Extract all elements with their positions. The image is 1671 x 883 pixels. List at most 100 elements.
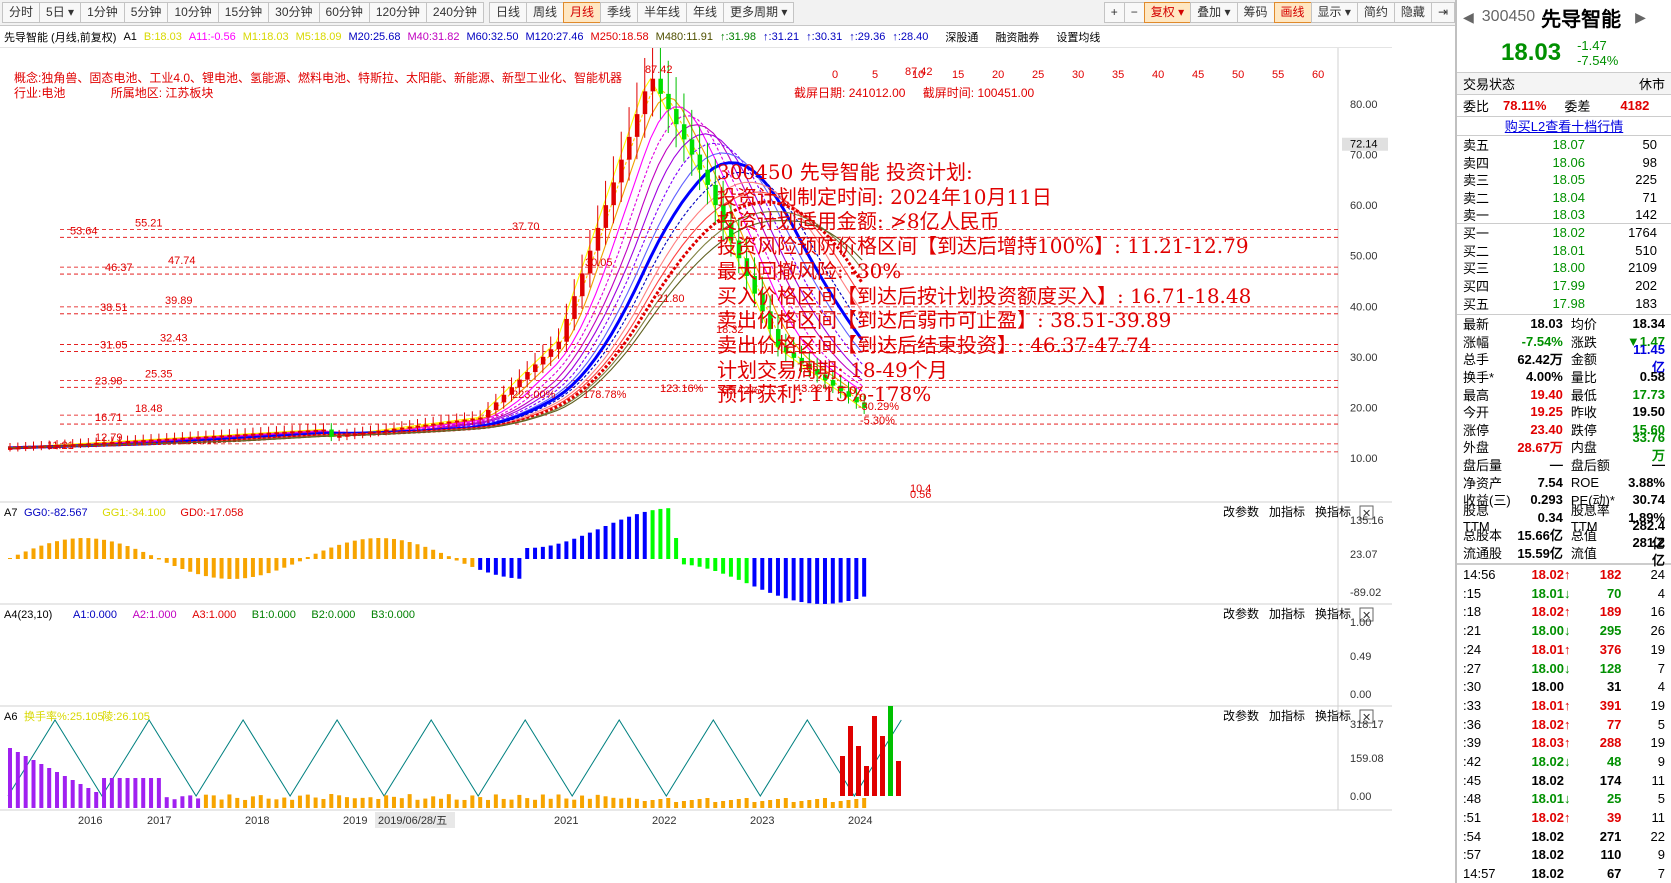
period-button-2[interactable]: 1分钟 [80,2,125,23]
candle-body [541,357,546,365]
title-button-1[interactable]: 融资融券 [995,29,1039,45]
macd-bar [831,558,835,604]
trade-volume: 189 [1578,604,1622,619]
volume-bar [463,800,467,808]
top-tick: 40 [1152,69,1164,81]
candle-body [118,441,123,443]
macd-bar [651,510,655,559]
sub-button-2[interactable]: 换指标 [1315,504,1351,519]
pct-label: 223.00% [512,389,556,401]
stat-label: 金额 [1571,349,1625,368]
sub-indicator-4: B2:0.000 [311,609,355,621]
toolbar-right-button-7[interactable]: 简约 [1357,2,1395,23]
macd-bar [63,540,67,559]
volume-bar [666,798,670,808]
toolbar-right-button-5[interactable]: 画线 [1274,2,1312,23]
period-button-13[interactable]: 季线 [600,2,638,23]
collapse-icon[interactable]: ⇥ [1431,2,1455,23]
forward-arrow-icon[interactable]: ▶ [1635,9,1646,26]
macd-bar [470,558,474,567]
macd-bar [463,558,467,564]
candle-body [604,205,609,228]
toolbar-right-button-0[interactable]: + [1104,2,1125,23]
period-button-12[interactable]: 月线 [563,2,601,23]
price-level-left: 53.64 [70,225,98,237]
mid-label: 21.80 [657,293,685,305]
sell-level-volume: 98 [1585,155,1657,170]
macd-bar [752,558,756,587]
macd-bar [541,547,545,559]
toolbar-right-button-6[interactable]: 显示 ▾ [1311,2,1358,23]
sub-button-1[interactable]: 加指标 [1269,708,1305,723]
x-axis-label: 2023 [750,815,774,827]
title-button-2[interactable]: 设置均线 [1056,29,1100,45]
period-button-14[interactable]: 半年线 [637,2,687,23]
period-button-11[interactable]: 周线 [526,2,564,23]
buy-level-0: 买一 18.02 1764 [1457,224,1671,242]
sub-panel-label: A6 [4,711,17,723]
period-button-8[interactable]: 120分钟 [369,2,427,23]
period-button-16[interactable]: 更多周期 ▾ [723,2,794,23]
volume-bar [447,794,451,808]
period-button-5[interactable]: 15分钟 [218,2,269,23]
top-tick: 55 [1272,69,1284,81]
chart-area[interactable]: 80.0072.1472.1470.0060.0050.0040.0030.00… [0,48,1392,883]
toolbar-right-button-3[interactable]: 叠加 ▾ [1190,2,1237,23]
period-button-7[interactable]: 60分钟 [319,2,370,23]
buy-level-volume: 1764 [1585,225,1657,240]
sub-button-1[interactable]: 加指标 [1269,504,1305,519]
sub-button-0[interactable]: 改参数 [1223,504,1259,519]
period-button-4[interactable]: 10分钟 [167,2,218,23]
volume-bar [431,796,435,808]
candle-body [486,410,491,418]
toolbar-right-button-1[interactable]: − [1124,2,1145,23]
period-button-10[interactable]: 日线 [489,2,527,23]
trade-time: :30 [1463,679,1514,694]
period-button-1[interactable]: 5日 ▾ [39,2,81,23]
top-tick: 20 [992,69,1004,81]
sub-button-0[interactable]: 改参数 [1223,606,1259,621]
trade-time: :48 [1463,791,1514,806]
candle-body [447,422,452,424]
sub-axis-label: 0.49 [1350,651,1371,663]
macd-bar [760,558,764,590]
sub-button-2[interactable]: 换指标 [1315,708,1351,723]
macd-bar [580,536,584,559]
period-button-15[interactable]: 年线 [686,2,724,23]
sub-button-2[interactable]: 换指标 [1315,606,1351,621]
volume-bar [259,795,263,808]
sub-axis-label: 318.17 [1350,719,1384,731]
wb-label: 委比 [1463,96,1489,115]
l2-link[interactable]: 购买L2查看十档行情 [1457,116,1671,136]
sub-button-1[interactable]: 加指标 [1269,606,1305,621]
toolbar-right: + − 复权 ▾ 叠加 ▾ 筹码 画线 显示 ▾ 简约 隐藏 ⇥ [1104,2,1454,23]
period-button-9[interactable]: 240分钟 [426,2,484,23]
stat-label: ROE [1571,475,1625,490]
trade-row-6: :30 18.00 31 4 [1457,677,1671,696]
toolbar-right-button-2[interactable]: 复权 ▾ [1144,2,1191,23]
trade-row-8: :36 18.02 ↑ 77 5 [1457,715,1671,734]
stat-label: 跌停 [1571,420,1625,439]
period-button-0[interactable]: 分时 [2,2,40,23]
volume-bar [486,800,490,808]
macd-bar [337,545,341,559]
toolbar-right-button-4[interactable]: 筹码 [1237,2,1275,23]
back-arrow-icon[interactable]: ◀ [1463,9,1474,26]
toolbar-right-button-8[interactable]: 隐藏 [1394,2,1432,23]
price-level-right: 18.48 [135,403,163,415]
screen-time-value: 100451.00 [977,86,1034,100]
status-label: 交易状态 [1463,74,1515,93]
trade-arrow: ↑ [1564,810,1578,825]
macd-bar [298,558,302,561]
candle-body [337,436,342,438]
period-button-6[interactable]: 30分钟 [268,2,319,23]
sell-level-label: 卖四 [1463,153,1513,172]
candle-body [157,439,162,441]
pct-label: 123.16% [660,383,704,395]
period-button-3[interactable]: 5分钟 [124,2,169,23]
macd-bar [204,558,208,576]
volume-bar [698,799,702,808]
title-button-0[interactable]: 深股通 [945,29,978,45]
period-toolbar: 分时 5日 ▾ 1分钟 5分钟 10分钟 15分钟 30分钟 60分钟 120分钟 240分钟 日线… [0,0,1458,26]
sub-button-0[interactable]: 改参数 [1223,708,1259,723]
